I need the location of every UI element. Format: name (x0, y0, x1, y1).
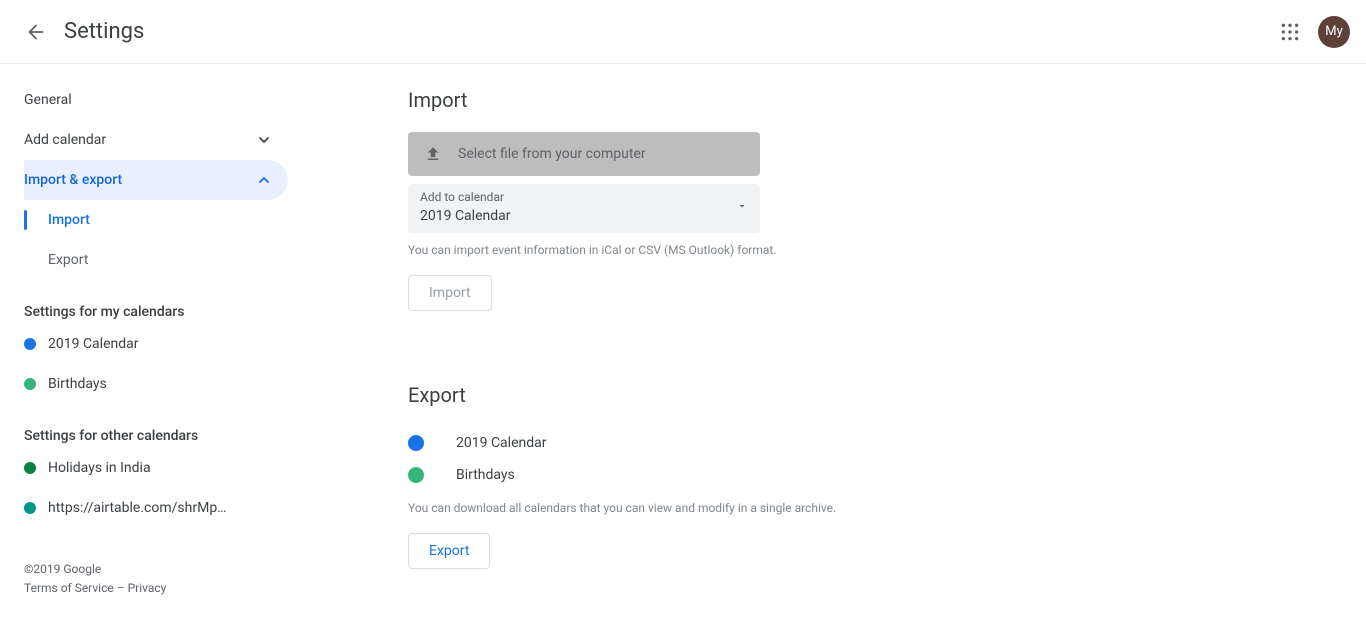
my-cal-item[interactable]: Birthdays (24, 364, 288, 404)
nav-add-calendar[interactable]: Add calendar (24, 120, 288, 160)
dropdown-value: 2019 Calendar (420, 206, 736, 227)
calendar-color-dot (24, 338, 36, 350)
import-title: Import (408, 88, 1366, 112)
import-panel: Import Select file from your computer Ad… (408, 88, 1366, 311)
app-header: Settings My (0, 0, 1366, 64)
nav-sub-import-label: Import (48, 212, 90, 228)
nav-sub-import[interactable]: Import (24, 200, 288, 240)
calendar-color-dot (24, 462, 36, 474)
avatar-text: My (1325, 24, 1343, 39)
export-cal-label: Birthdays (456, 467, 515, 483)
apps-grid-icon (1280, 22, 1300, 42)
my-cal-label: Birthdays (48, 376, 107, 392)
nav-general[interactable]: General (24, 80, 288, 120)
footer-copyright: ©2019 Google (24, 560, 288, 579)
export-cal-label: 2019 Calendar (456, 435, 547, 451)
calendar-color-dot (408, 435, 424, 451)
export-button[interactable]: Export (408, 533, 490, 569)
sidebar: General Add calendar Import & export Imp… (0, 64, 288, 619)
account-avatar[interactable]: My (1318, 16, 1350, 48)
chevron-down-icon (252, 128, 276, 152)
nav-import-export-label: Import & export (24, 172, 122, 188)
caret-down-icon (736, 200, 748, 216)
nav-import-export[interactable]: Import & export (24, 160, 288, 200)
other-calendars-heading: Settings for other calendars (24, 428, 288, 444)
calendar-color-dot (24, 502, 36, 514)
nav-general-label: General (24, 92, 72, 108)
calendar-color-dot (24, 378, 36, 390)
footer-sep: – (114, 581, 128, 595)
export-hint: You can download all calendars that you … (408, 501, 1366, 515)
other-cal-label: https://airtable.com/shrMp… (48, 500, 227, 516)
google-apps-button[interactable] (1270, 12, 1310, 52)
footer-privacy-link[interactable]: Privacy (128, 581, 167, 595)
export-title: Export (408, 383, 1366, 407)
back-button[interactable] (16, 12, 56, 52)
layout: General Add calendar Import & export Imp… (0, 64, 1366, 619)
nav-add-calendar-label: Add calendar (24, 132, 106, 148)
export-cal-row: 2019 Calendar (408, 427, 1366, 459)
add-to-calendar-dropdown[interactable]: Add to calendar 2019 Calendar (408, 184, 760, 233)
export-panel: Export 2019 Calendar Birthdays You can d… (408, 383, 1366, 569)
page-title: Settings (64, 19, 144, 44)
my-cal-item[interactable]: 2019 Calendar (24, 324, 288, 364)
calendar-color-dot (408, 467, 424, 483)
sidebar-footer: ©2019 Google Terms of Service – Privacy (24, 560, 288, 598)
my-cal-label: 2019 Calendar (48, 336, 139, 352)
other-cal-label: Holidays in India (48, 460, 151, 476)
import-button[interactable]: Import (408, 275, 492, 311)
other-cal-item[interactable]: https://airtable.com/shrMp… (24, 488, 288, 528)
my-calendars-heading: Settings for my calendars (24, 304, 288, 320)
main-content: Import Select file from your computer Ad… (288, 64, 1366, 619)
dropdown-label: Add to calendar (420, 190, 736, 206)
upload-icon (424, 145, 442, 163)
export-cal-row: Birthdays (408, 459, 1366, 491)
nav-sub-export[interactable]: Export (24, 240, 288, 280)
other-cal-item[interactable]: Holidays in India (24, 448, 288, 488)
back-arrow-icon (25, 21, 47, 43)
file-select-button[interactable]: Select file from your computer (408, 132, 760, 176)
nav-sub-export-label: Export (48, 252, 88, 268)
import-hint: You can import event information in iCal… (408, 243, 1366, 257)
footer-tos-link[interactable]: Terms of Service (24, 581, 114, 595)
import-button-label: Import (429, 285, 471, 301)
chevron-up-icon (252, 168, 276, 192)
export-button-label: Export (429, 543, 469, 559)
file-select-label: Select file from your computer (458, 146, 646, 162)
